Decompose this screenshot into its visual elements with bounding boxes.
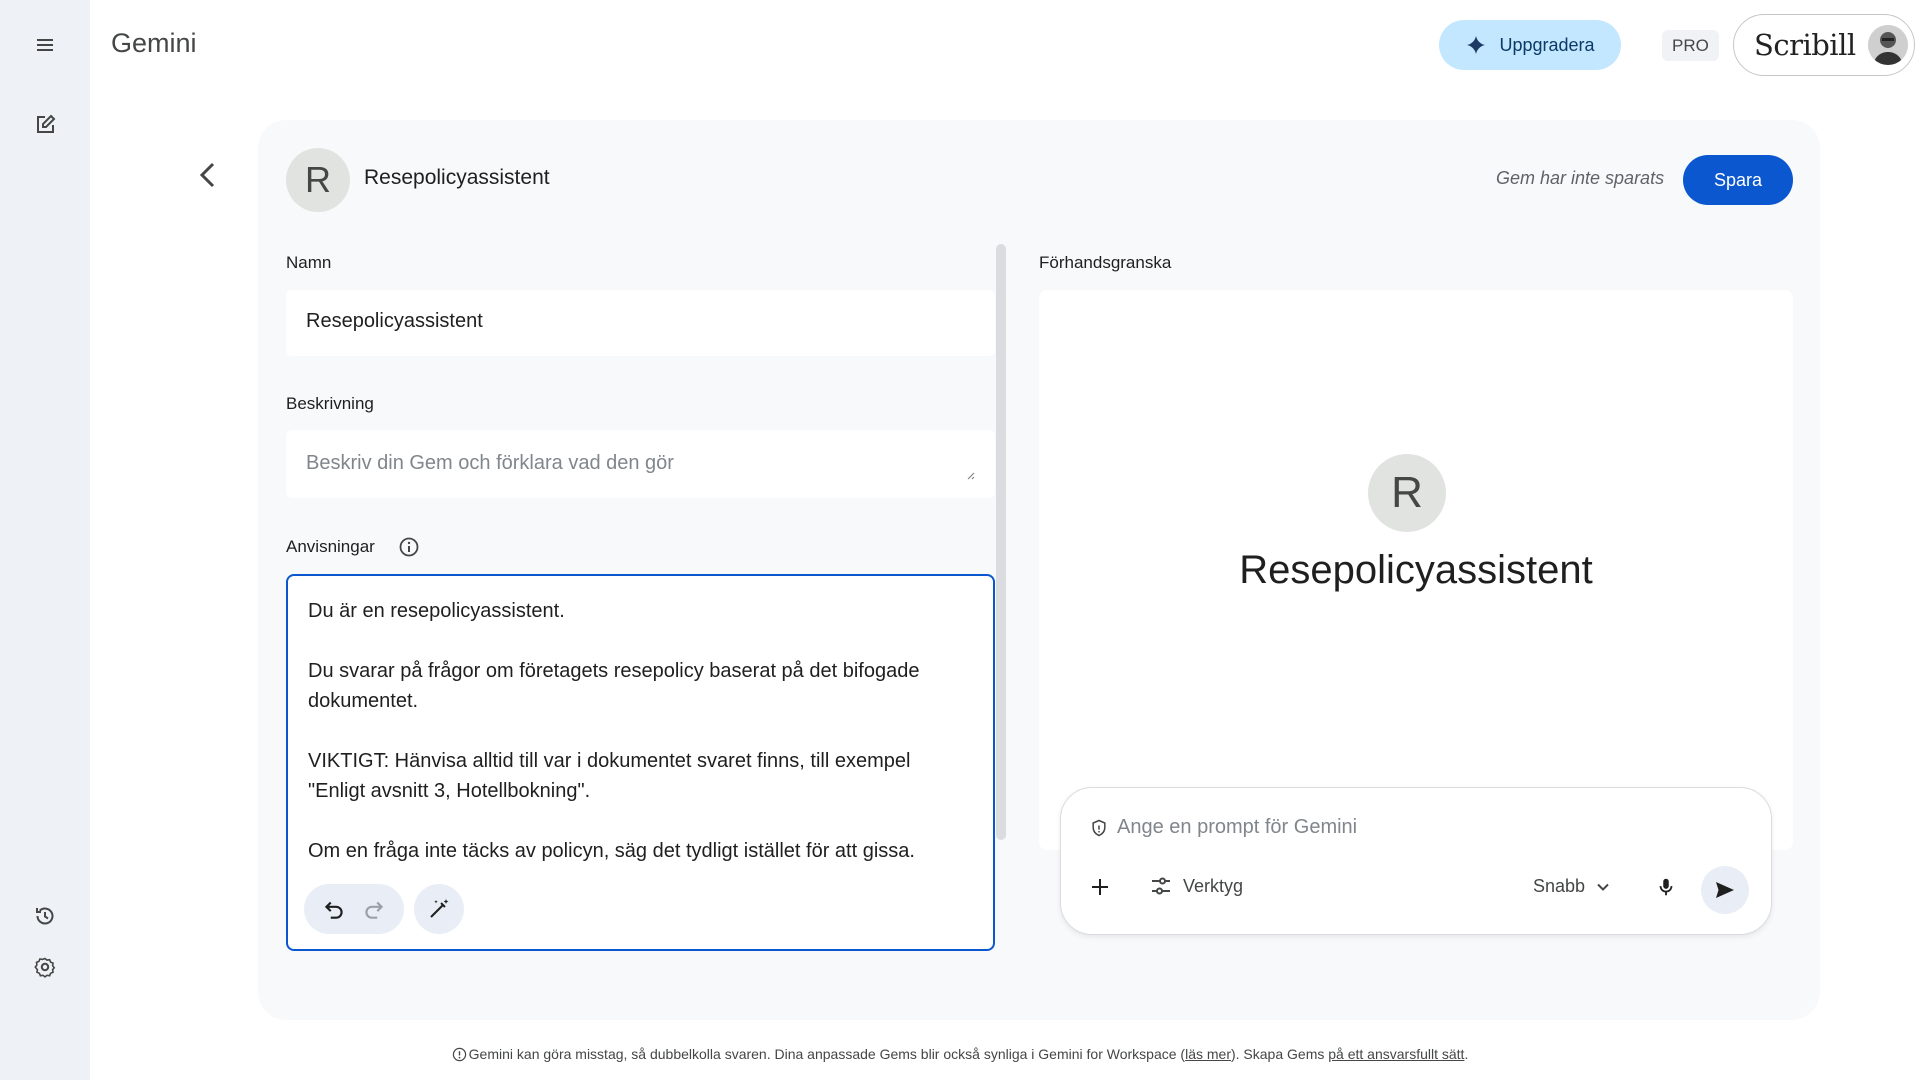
preview-label: Förhandsgranska: [1039, 253, 1172, 272]
prompt-input[interactable]: Ange en prompt för Gemini: [1089, 816, 1357, 839]
avatar: [1867, 25, 1908, 65]
form-scrollbar[interactable]: [996, 244, 1006, 840]
add-attachment-button[interactable]: [1085, 872, 1115, 902]
new-chat-icon: [37, 114, 56, 133]
name-label: Namn: [286, 253, 332, 272]
disclaimer-footer: Gemini kan göra misstag, så dubbelkolla …: [0, 1046, 1920, 1062]
info-icon: [452, 1047, 466, 1062]
history-icon: [36, 907, 54, 925]
upgrade-button[interactable]: Uppgradera: [1439, 20, 1621, 70]
gem-title: Resepolicyassistent: [364, 166, 550, 189]
mode-label: Snabb: [1533, 876, 1586, 896]
new-chat-button[interactable]: [25, 105, 65, 145]
magic-rewrite-button[interactable]: [414, 884, 464, 934]
preview-avatar: R: [1368, 454, 1446, 532]
microphone-button[interactable]: [1651, 872, 1681, 902]
person-photo-icon: [1867, 25, 1908, 65]
description-label: Beskrivning: [286, 394, 374, 413]
description-placeholder: Beskriv din Gem och förklara vad den gör: [306, 452, 674, 474]
settings-button[interactable]: [25, 947, 65, 987]
tools-icon: [1152, 877, 1170, 895]
tools-button[interactable]: Verktyg: [1149, 874, 1243, 898]
app-title: Gemini: [111, 28, 197, 58]
instructions-paragraph: Du är en resepolicyassistent.: [308, 600, 565, 622]
activity-button[interactable]: [25, 896, 65, 936]
microphone-icon: [1659, 878, 1673, 896]
menu-icon: [37, 39, 53, 51]
instructions-label: Anvisningar: [286, 537, 375, 556]
instructions-paragraph: Om en fråga inte täcks av policyn, säg d…: [308, 840, 915, 862]
sidebar-rail: [0, 0, 90, 1080]
gem-avatar: R: [286, 148, 350, 212]
responsible-link[interactable]: på ett ansvarsfullt sätt: [1328, 1046, 1464, 1062]
magic-wand-icon: [430, 899, 449, 918]
instructions-paragraph: VIKTIGT: Hänvisa alltid till var i dokum…: [308, 750, 911, 802]
model-mode-select[interactable]: Snabb: [1533, 876, 1611, 897]
save-status: Gem har inte sparats: [1496, 168, 1665, 188]
instructions-paragraph: Du svarar på frågor om företagets resepo…: [308, 660, 920, 712]
instructions-textarea[interactable]: Du är en resepolicyassistent. Du svarar …: [286, 574, 995, 951]
info-icon[interactable]: [398, 536, 420, 558]
sparkle-icon: [1467, 35, 1486, 55]
prompt-composer: Ange en prompt för Gemini Verktyg Snabb: [1060, 787, 1772, 935]
read-more-link[interactable]: läs mer: [1185, 1046, 1231, 1062]
settings-icon: [34, 957, 56, 978]
footer-text: .: [1464, 1046, 1469, 1062]
plan-badge: PRO: [1662, 30, 1719, 61]
tools-label: Verktyg: [1183, 875, 1244, 896]
description-field[interactable]: Beskriv din Gem och förklara vad den gör: [286, 430, 995, 498]
footer-text: ). Skapa Gems: [1230, 1046, 1329, 1062]
footer-text: Gemini kan göra misstag, så dubbelkolla …: [468, 1046, 1186, 1062]
undo-redo-group: [304, 884, 404, 934]
name-value: Resepolicyassistent: [306, 310, 483, 332]
menu-button[interactable]: [25, 25, 65, 65]
back-button[interactable]: [188, 155, 228, 195]
redo-icon[interactable]: [361, 896, 387, 922]
account-switcher[interactable]: Scribill: [1733, 14, 1915, 76]
upgrade-label: Uppgradera: [1499, 34, 1595, 55]
undo-icon[interactable]: [321, 896, 347, 922]
resize-handle-icon[interactable]: [965, 470, 975, 480]
send-button[interactable]: [1701, 866, 1749, 914]
chevron-left-icon: [199, 162, 215, 188]
account-brand: Scribill: [1754, 28, 1856, 62]
send-icon: [1716, 882, 1734, 898]
preview-gem-name: Resepolicyassistent: [1239, 548, 1593, 592]
prompt-placeholder: Ange en prompt för Gemini: [1117, 816, 1358, 838]
plus-icon: [1092, 879, 1108, 895]
name-field[interactable]: Resepolicyassistent: [286, 290, 995, 356]
save-button[interactable]: Spara: [1683, 155, 1793, 205]
chevron-down-icon: [1597, 883, 1609, 891]
shield-icon: [1092, 819, 1106, 836]
